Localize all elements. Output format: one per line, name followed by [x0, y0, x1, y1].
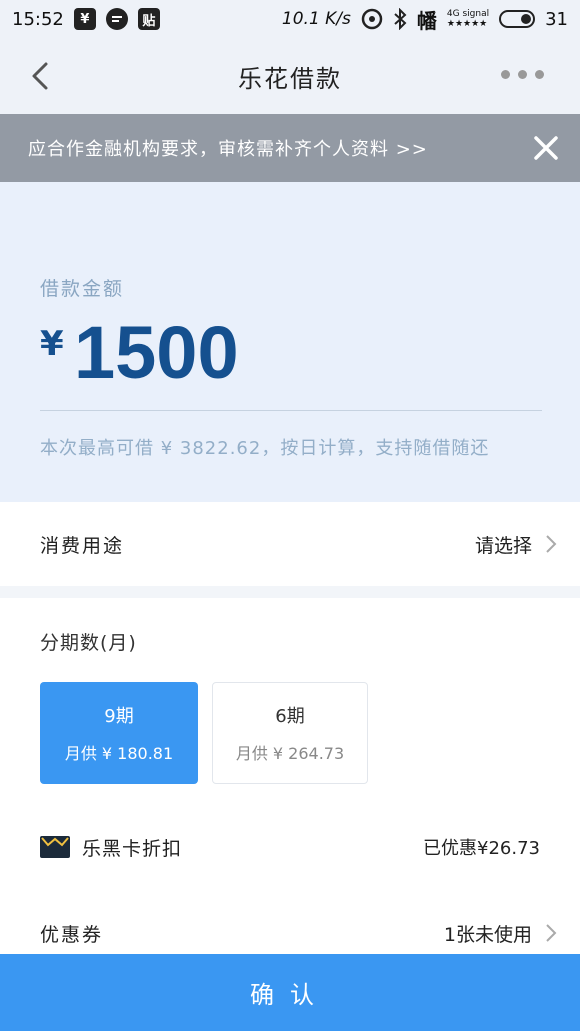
- card-icon: [40, 836, 70, 858]
- carrier-logo: 幡: [416, 8, 437, 33]
- network-speed: 10.1 K/s: [281, 9, 351, 29]
- more-dot: [501, 70, 510, 79]
- term-panel: 分期数(月) 9期 月供 ¥ 180.81 6期 月供 ¥ 264.73 乐黑卡…: [0, 598, 580, 958]
- yen-shield-icon: ¥: [73, 8, 96, 30]
- chevron-right-icon: [546, 535, 557, 553]
- more-dot: [535, 70, 544, 79]
- currency-sign: ¥: [40, 324, 64, 364]
- back-icon[interactable]: [26, 58, 58, 94]
- term-period: 9期: [104, 706, 134, 727]
- term-period: 6期: [275, 706, 305, 727]
- coupon-value: 1张未使用: [443, 923, 532, 946]
- purpose-label: 消费用途: [40, 534, 125, 557]
- term-option-6[interactable]: 6期 月供 ¥ 264.73: [212, 682, 368, 784]
- signal-indicator: 4G signal ★★★★★: [447, 9, 489, 29]
- purpose-value: 请选择: [474, 534, 532, 557]
- status-bar: 15:52 ¥ 贴 10.1 K/s 幡 4G signal ★★★★★ 31: [0, 0, 580, 38]
- page-title: 乐花借款: [238, 64, 342, 93]
- card-discount: 已优惠¥26.73: [423, 838, 540, 859]
- term-title: 分期数(月): [40, 632, 137, 654]
- amount-hint: 本次最高可借 ¥ 3822.62，按日计算，支持随借随还: [40, 438, 490, 459]
- tieba-icon: 贴: [137, 8, 160, 30]
- hotspot-icon: [361, 8, 383, 30]
- bluetooth-icon: [394, 8, 407, 30]
- battery-icon: [499, 10, 536, 28]
- more-menu-icon[interactable]: [501, 70, 544, 79]
- chat-icon: [105, 8, 128, 30]
- purpose-row[interactable]: 消费用途 请选择: [0, 502, 580, 586]
- coupon-row[interactable]: 优惠券 1张未使用: [40, 916, 558, 950]
- nav-bar: 乐花借款: [0, 38, 580, 114]
- signal-stars: ★★★★★: [446, 19, 488, 29]
- card-discount-row: 乐黑卡折扣 已优惠¥26.73: [40, 832, 540, 862]
- battery-level: 31: [545, 8, 568, 30]
- term-monthly: 月供 ¥ 180.81: [64, 744, 174, 763]
- status-left: 15:52 ¥ 贴: [12, 8, 160, 30]
- close-icon[interactable]: [532, 134, 560, 162]
- amount-input[interactable]: 1500: [74, 310, 239, 395]
- card-label: 乐黑卡折扣: [82, 837, 183, 860]
- confirm-button[interactable]: 确认: [0, 954, 580, 1031]
- term-option-9[interactable]: 9期 月供 ¥ 180.81: [40, 682, 198, 784]
- term-monthly: 月供 ¥ 264.73: [235, 744, 345, 763]
- more-dot: [518, 70, 527, 79]
- signal-label: 4G signal: [446, 9, 490, 19]
- amount-label: 借款金额: [40, 278, 125, 300]
- notice-banner[interactable]: 应合作金融机构要求，审核需补齐个人资料 >>: [0, 114, 580, 182]
- amount-panel: 借款金额 ¥ 1500 本次最高可借 ¥ 3822.62，按日计算，支持随借随还: [0, 182, 580, 502]
- status-time: 15:52: [12, 8, 64, 30]
- amount-divider: [40, 410, 542, 411]
- coupon-select[interactable]: 1张未使用: [444, 920, 558, 947]
- status-right: 10.1 K/s 幡 4G signal ★★★★★ 31: [282, 5, 568, 34]
- chevron-right-icon: [546, 924, 557, 942]
- notice-text[interactable]: 应合作金融机构要求，审核需补齐个人资料 >>: [28, 135, 428, 161]
- coupon-label: 优惠券: [40, 923, 104, 946]
- purpose-select[interactable]: 请选择: [475, 531, 558, 558]
